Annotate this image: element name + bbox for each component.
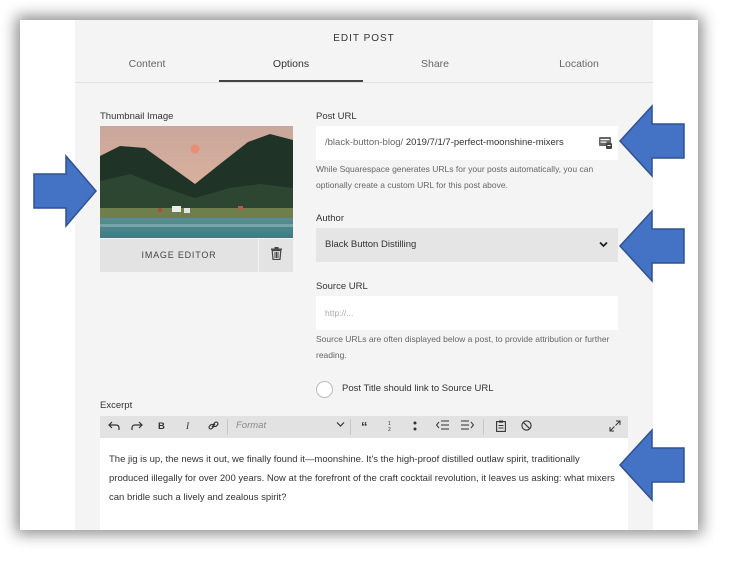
trash-icon (270, 246, 282, 265)
quote-icon[interactable]: “ (361, 420, 368, 434)
thumbnail-label: Thumbnail Image (100, 111, 174, 122)
link-icon[interactable] (208, 420, 219, 434)
chevron-down-icon (336, 420, 345, 431)
bullet-list-icon[interactable] (413, 420, 417, 434)
annotation-arrow-right (33, 154, 97, 228)
thumbnail-image[interactable] (100, 126, 293, 238)
author-selected-value: Black Button Distilling (325, 239, 417, 250)
redo-icon[interactable] (131, 420, 143, 434)
toolbar-divider (350, 419, 351, 435)
paste-icon[interactable] (496, 420, 506, 434)
numbered-list-icon[interactable]: 12 (388, 420, 394, 434)
tab-location[interactable]: Location (507, 58, 651, 70)
screenshot-frame: EDIT POST Content Options Share Location… (20, 20, 698, 530)
annotation-arrow-left (618, 209, 685, 283)
tab-content[interactable]: Content (75, 58, 219, 70)
autofill-card-icon[interactable] (599, 136, 612, 152)
link-to-source-radio[interactable] (316, 381, 333, 398)
link-to-source-label: Post Title should link to Source URL (342, 383, 494, 394)
indent-icon[interactable] (461, 420, 475, 434)
edit-post-panel: EDIT POST Content Options Share Location… (75, 20, 653, 530)
excerpt-text: The jig is up, the news it out, we final… (109, 454, 615, 503)
source-url-input[interactable]: http://... (316, 296, 618, 330)
svg-text:2: 2 (388, 427, 391, 432)
excerpt-editor[interactable]: The jig is up, the news it out, we final… (100, 438, 628, 530)
format-select[interactable]: Format (236, 420, 266, 431)
tab-options[interactable]: Options (219, 58, 363, 70)
post-url-text: /black-button-blog/ 2019/7/1/7-perfect-m… (325, 137, 564, 148)
post-url-value: 2019/7/1/7-perfect-moonshine-mixers (405, 137, 564, 148)
outdent-icon[interactable] (435, 420, 449, 434)
source-url-help: Source URLs are often displayed below a … (316, 334, 610, 360)
italic-icon[interactable]: I (186, 420, 189, 434)
tab-share[interactable]: Share (363, 58, 507, 70)
author-select[interactable]: Black Button Distilling (316, 228, 618, 262)
chevron-down-icon (599, 240, 608, 251)
clear-format-icon[interactable] (521, 420, 532, 434)
annotation-arrow-left (618, 428, 685, 502)
post-url-input[interactable]: /black-button-blog/ 2019/7/1/7-perfect-m… (316, 126, 618, 160)
excerpt-label: Excerpt (100, 400, 133, 411)
panel-header: EDIT POST Content Options Share Location (75, 20, 653, 83)
image-editor-button[interactable]: IMAGE EDITOR (100, 239, 258, 272)
author-label: Author (316, 213, 344, 224)
toolbar-divider (483, 419, 484, 435)
annotation-arrow-left (618, 104, 685, 178)
source-url-label: Source URL (316, 281, 368, 292)
bold-icon[interactable]: B (158, 420, 165, 434)
post-url-label: Post URL (316, 111, 357, 122)
delete-image-button[interactable] (259, 239, 293, 272)
panel-title: EDIT POST (333, 33, 395, 44)
active-tab-indicator (219, 80, 363, 82)
source-url-placeholder: http://... (325, 308, 354, 318)
post-url-help: While Squarespace generates URLs for you… (316, 164, 594, 190)
excerpt-toolbar: B I Format “ 12 (100, 416, 628, 438)
toolbar-divider (227, 419, 228, 435)
post-url-prefix: /black-button-blog/ (325, 137, 404, 148)
undo-icon[interactable] (108, 420, 120, 434)
